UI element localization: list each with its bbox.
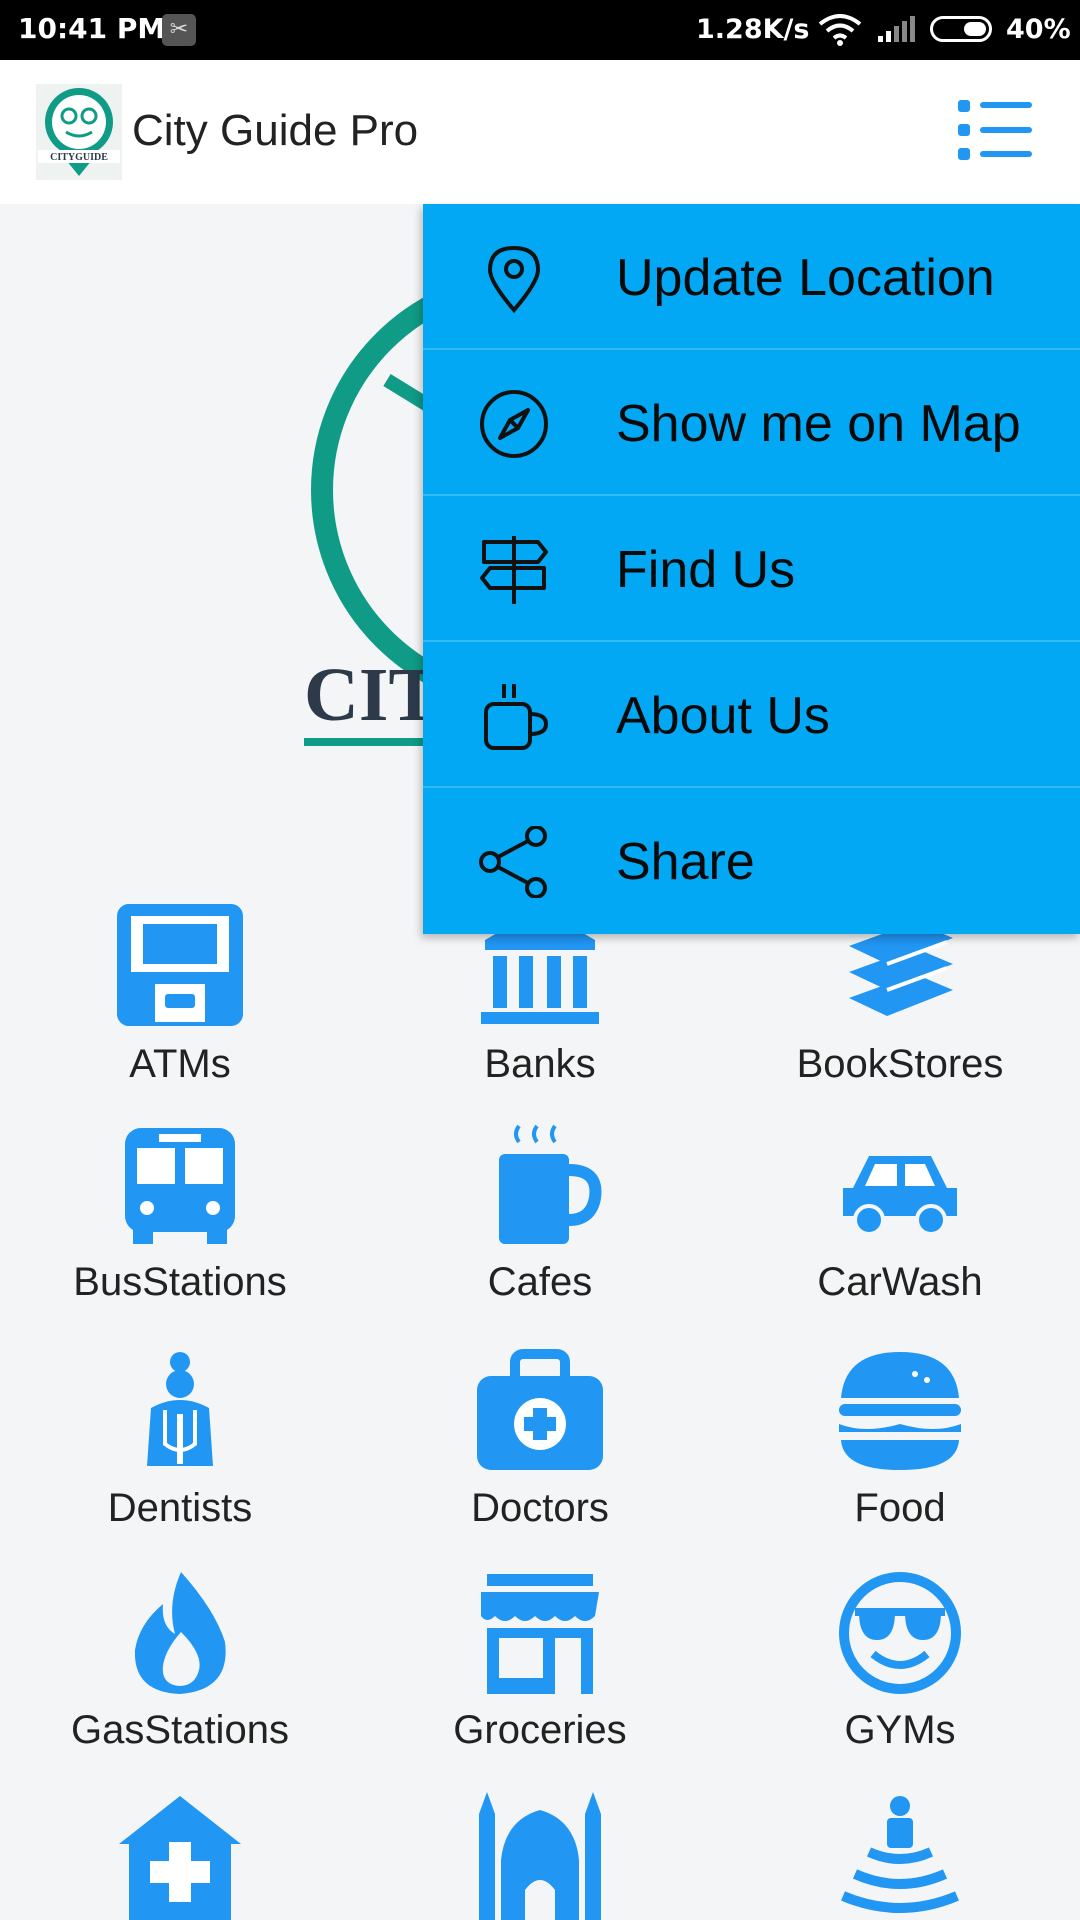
category-atms[interactable]: ATMs	[0, 900, 360, 1087]
app-bar: CITYGUIDE City Guide Pro	[0, 60, 1080, 204]
category-doctors[interactable]: Doctors	[360, 1348, 720, 1531]
category-hospital[interactable]	[0, 1790, 360, 1920]
cafe-icon	[499, 1124, 602, 1244]
category-label: Doctors	[471, 1486, 609, 1530]
battery-percent: 40%	[1006, 14, 1071, 45]
category-label: Dentists	[107, 1486, 253, 1530]
menu-item-share[interactable]: Share	[423, 788, 1080, 934]
burger-icon	[839, 1352, 961, 1470]
car-icon	[843, 1156, 957, 1236]
atm-icon	[117, 904, 243, 1026]
network-speed: 1.28K/s	[696, 14, 810, 45]
category-dentists[interactable]: Dentists	[0, 1348, 360, 1531]
category-mosque[interactable]	[360, 1790, 720, 1920]
category-label: Groceries	[453, 1708, 627, 1752]
store-icon	[481, 1574, 599, 1694]
status-time: 10:41 PM	[18, 12, 166, 45]
category-label: GasStations	[71, 1708, 289, 1752]
hospital-icon	[119, 1796, 241, 1920]
dentist-icon	[147, 1352, 213, 1466]
category-cafes[interactable]: Cafes	[360, 1122, 720, 1305]
smiley-sunglasses-icon	[839, 1572, 961, 1694]
wifi-icon	[818, 14, 862, 46]
category-busstations[interactable]: BusStations	[0, 1122, 360, 1305]
category-label: Cafes	[487, 1260, 593, 1304]
compass-icon	[480, 390, 548, 458]
battery-icon	[930, 16, 992, 42]
category-groceries[interactable]: Groceries	[360, 1570, 720, 1753]
category-carwash[interactable]: CarWash	[720, 1122, 1080, 1305]
menu-item-label: About Us	[616, 687, 830, 745]
menu-item-update-location[interactable]: Update Location	[423, 204, 1080, 350]
logo-text: CITYGUIDE	[50, 152, 108, 163]
flame-icon	[134, 1572, 226, 1694]
medical-kit-icon	[477, 1349, 603, 1470]
category-label: Banks	[484, 1042, 596, 1086]
app-title: City Guide Pro	[132, 106, 419, 155]
menu-item-show-on-map[interactable]: Show me on Map	[423, 350, 1080, 496]
menu-item-label: Show me on Map	[616, 395, 1021, 453]
coffee-cup-icon	[484, 684, 549, 750]
category-gasstations[interactable]: GasStations	[0, 1570, 360, 1753]
category-food[interactable]: Food	[720, 1348, 1080, 1531]
list-menu-icon[interactable]	[958, 96, 1036, 166]
mosque-icon	[479, 1792, 601, 1920]
menu-item-about-us[interactable]: About Us	[423, 642, 1080, 788]
category-gyms[interactable]: GYMs	[720, 1570, 1080, 1753]
category-label: CarWash	[817, 1260, 983, 1304]
map-pin-icon	[487, 245, 541, 314]
menu-item-label: Share	[616, 833, 755, 891]
category-label: ATMs	[129, 1042, 231, 1086]
menu-item-label: Find Us	[616, 541, 796, 599]
notification-icon: ✂	[162, 14, 196, 46]
menu-item-label: Update Location	[616, 249, 995, 307]
category-label: GYMs	[844, 1708, 956, 1752]
overflow-menu: Update Location Show me on Map Find Us A…	[423, 204, 1080, 934]
menu-item-find-us[interactable]: Find Us	[423, 496, 1080, 642]
app-logo: CITYGUIDE	[36, 84, 122, 180]
big-logo-text: CIT	[304, 653, 439, 737]
signpost-icon	[480, 536, 548, 604]
fountain-icon	[841, 1796, 959, 1913]
status-bar: 10:41 PM ✂ 1.28K/s 40%	[0, 0, 1080, 60]
bus-icon	[125, 1128, 235, 1244]
category-label: Food	[854, 1486, 946, 1530]
signal-icon	[878, 16, 915, 42]
category-label: BookStores	[796, 1042, 1004, 1086]
category-label: BusStations	[73, 1260, 287, 1304]
category-fountain[interactable]	[720, 1790, 1080, 1920]
share-icon	[479, 826, 547, 898]
